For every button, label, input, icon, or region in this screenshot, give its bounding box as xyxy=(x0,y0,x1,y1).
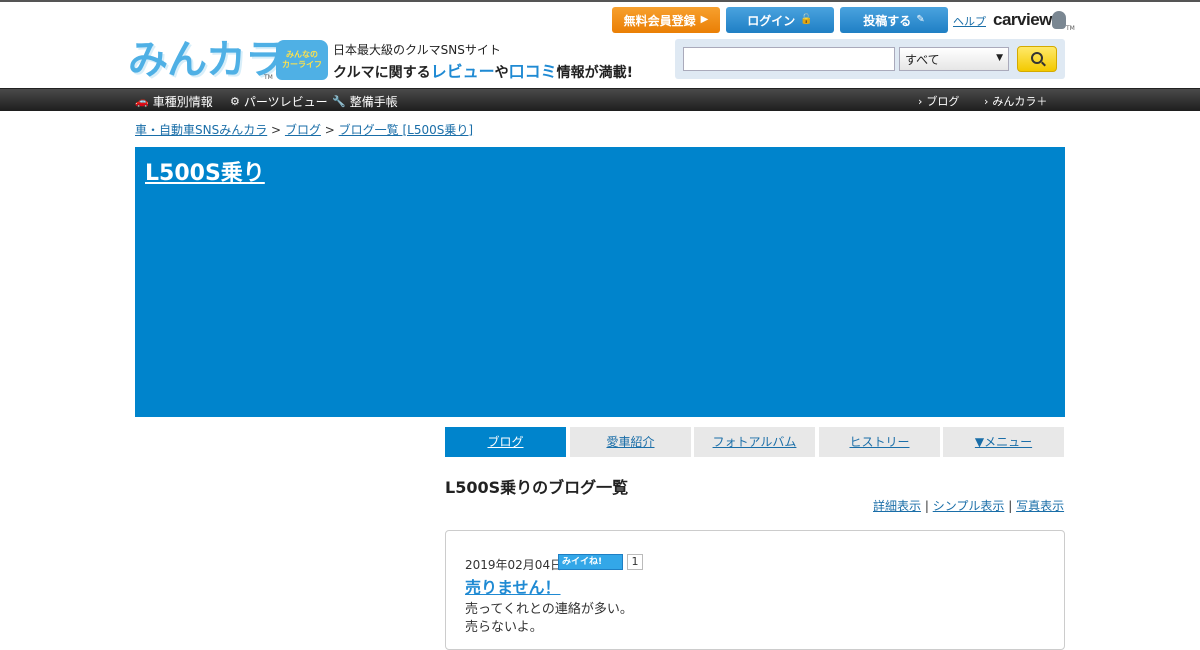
tab-car-intro[interactable]: 愛車紹介 xyxy=(570,427,691,457)
tagline-review: レビュー xyxy=(430,62,495,81)
breadcrumb-sep: > xyxy=(271,123,282,137)
chevron-right-icon: › xyxy=(984,94,989,108)
breadcrumb-home[interactable]: 車・自動車SNSみんカラ xyxy=(135,123,267,137)
nav-parts-review-label: パーツレビュー xyxy=(243,95,328,109)
register-button-label: 無料会員登録 xyxy=(623,13,696,28)
tagline-kuchikomi: 口コミ xyxy=(508,62,557,81)
tagline-b: や xyxy=(494,65,509,81)
gear-icon: ⚙ xyxy=(230,95,240,108)
blog-banner: L500S乗り xyxy=(135,147,1065,417)
chevron-right-icon: › xyxy=(918,94,923,108)
search-box: すべて ▼ xyxy=(675,39,1065,79)
pen-icon: ✎ xyxy=(916,14,925,25)
search-input[interactable] xyxy=(683,47,895,71)
site-header: 無料会員登録 ▶ ログイン 🔓 投稿する ✎ ヘルプ carview TM みん… xyxy=(0,2,1200,88)
tagline-main: クルマに関するレビューや口コミ情報が満載! xyxy=(333,58,633,82)
nav-car-info-label: 車種別情報 xyxy=(152,95,213,109)
tagline-c: 情報が満載! xyxy=(556,65,634,81)
nav-minkara-plus-label: みんカラ＋ xyxy=(992,95,1048,108)
view-sep: | xyxy=(924,499,929,513)
tab-photo-album[interactable]: フォトアルバム xyxy=(694,427,815,457)
blog-list-title: L500S乗りのブログ一覧 xyxy=(445,478,629,497)
nav-maintenance-label: 整備手帳 xyxy=(349,95,398,109)
unlock-icon: 🔓 xyxy=(800,14,813,25)
like-button[interactable]: みイイね! xyxy=(558,554,623,570)
blog-entry: 2019年02月04日 みイイね! 1 売りません！ 売ってくれとの連絡が多い。… xyxy=(445,530,1065,650)
wrench-icon: 🔧 xyxy=(332,95,346,108)
search-icon-handle xyxy=(1041,61,1046,67)
tab-blog[interactable]: ブログ xyxy=(445,427,566,457)
blog-title-link[interactable]: L500S乗り xyxy=(145,155,265,187)
search-button[interactable] xyxy=(1017,46,1057,72)
play-icon: ▶ xyxy=(700,14,709,25)
search-category-value: すべて xyxy=(905,53,940,67)
car-icon: 🚗 xyxy=(135,95,149,108)
carview-logo[interactable]: carview xyxy=(993,10,1052,30)
login-button[interactable]: ログイン 🔓 xyxy=(726,7,834,33)
entry-title-link[interactable]: 売りません！ xyxy=(465,574,561,598)
tagline-a: クルマに関する xyxy=(333,65,431,81)
post-button[interactable]: 投稿する ✎ xyxy=(840,7,948,33)
view-simple-link[interactable]: シンプル表示 xyxy=(933,499,1005,513)
view-mode-switcher: 詳細表示 | シンプル表示 | 写真表示 xyxy=(873,497,1064,514)
badge-line1: みんなの xyxy=(286,50,318,59)
main-nav: 🚗 車種別情報 ⚙ パーツレビュー 🔧 整備手帳 › ブログ › みんカラ＋ xyxy=(0,88,1200,111)
tab-menu[interactable]: ▼メニュー xyxy=(943,427,1064,457)
nav-parts-review[interactable]: ⚙ パーツレビュー xyxy=(230,93,328,110)
minkara-logo[interactable]: みんカラ xyxy=(128,40,285,80)
nav-blog[interactable]: › ブログ xyxy=(918,93,959,109)
breadcrumb-sep: > xyxy=(324,123,335,137)
login-button-label: ログイン xyxy=(747,13,796,28)
entry-excerpt-line2: 売らないよ。 xyxy=(465,620,543,635)
nav-blog-label: ブログ xyxy=(926,95,960,108)
view-sep: | xyxy=(1008,499,1013,513)
nav-minkara-plus[interactable]: › みんカラ＋ xyxy=(984,93,1047,109)
view-detail-link[interactable]: 詳細表示 xyxy=(873,499,921,513)
carview-mark-icon xyxy=(1052,11,1066,29)
carlife-badge: みんなの カーライフ xyxy=(276,40,328,80)
nav-car-info[interactable]: 🚗 車種別情報 xyxy=(135,93,213,110)
help-link[interactable]: ヘルプ xyxy=(953,13,986,29)
breadcrumb-blog[interactable]: ブログ xyxy=(285,123,321,137)
badge-line2: カーライフ xyxy=(282,60,322,69)
tagline-top: 日本最大級のクルマSNSサイト xyxy=(333,43,501,57)
register-button[interactable]: 無料会員登録 ▶ xyxy=(612,7,720,33)
search-category-select[interactable]: すべて ▼ xyxy=(899,47,1009,71)
entry-date: 2019年02月04日 xyxy=(465,558,563,572)
breadcrumb-blog-list[interactable]: ブログ一覧 [L500S乗り] xyxy=(339,123,473,137)
nav-maintenance[interactable]: 🔧 整備手帳 xyxy=(332,93,398,110)
post-button-label: 投稿する xyxy=(863,13,912,28)
tab-history[interactable]: ヒストリー xyxy=(819,427,940,457)
carview-tm: TM xyxy=(1066,25,1075,32)
logo-tm: TM xyxy=(264,74,273,81)
like-count: 1 xyxy=(627,554,643,570)
view-photo-link[interactable]: 写真表示 xyxy=(1016,499,1064,513)
breadcrumb: 車・自動車SNSみんカラ > ブログ > ブログ一覧 [L500S乗り] xyxy=(135,121,473,138)
entry-excerpt-line1: 売ってくれとの連絡が多い。 xyxy=(465,602,633,617)
dropdown-arrow-icon: ▼ xyxy=(996,53,1003,63)
